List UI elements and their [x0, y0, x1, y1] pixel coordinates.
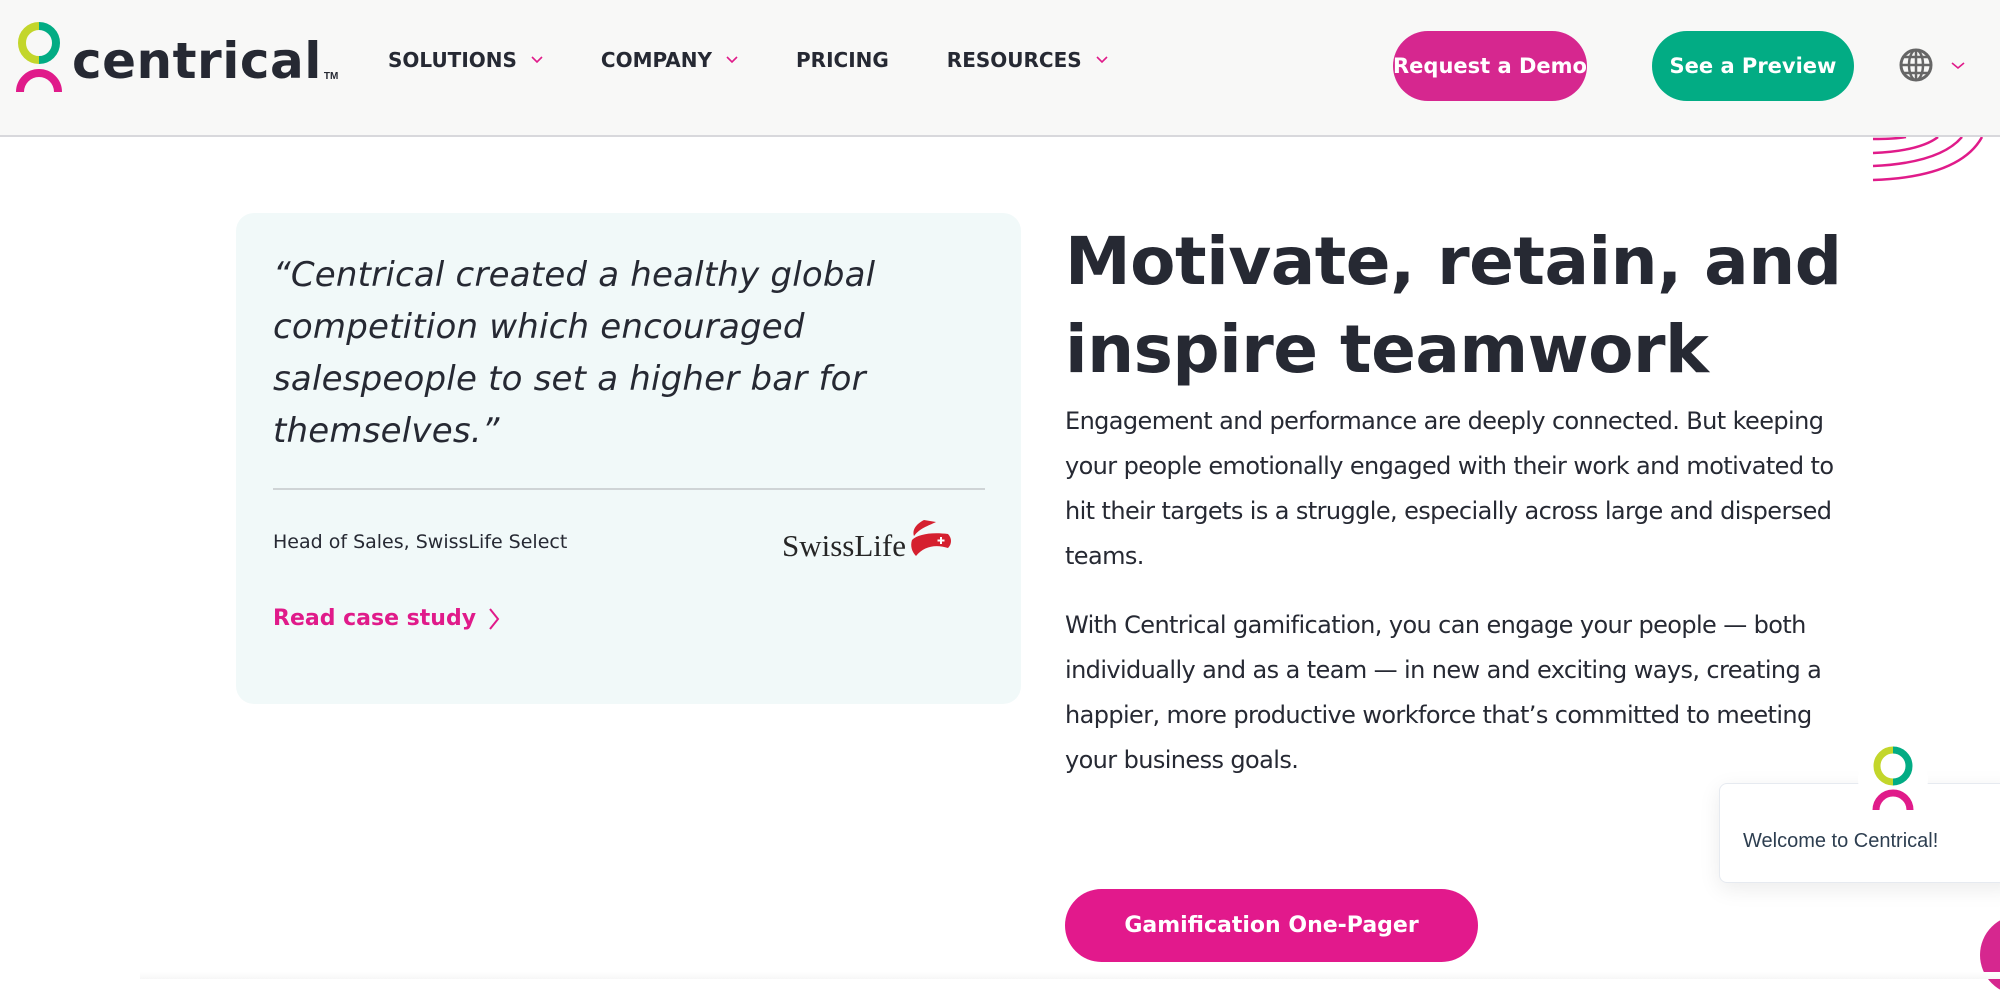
testimonial-card: “Centrical created a healthy global comp…	[236, 213, 1021, 704]
centrical-logo[interactable]: centrical TM	[16, 20, 338, 96]
chevron-down-icon[interactable]	[1951, 62, 1965, 70]
nav-resources[interactable]: RESOURCES	[947, 48, 1108, 72]
chevron-down-icon	[1096, 56, 1108, 64]
main-nav: SOLUTIONS COMPANY PRICING RESOURCES	[388, 48, 1166, 72]
nav-company[interactable]: COMPANY	[601, 48, 738, 72]
nav-resources-label: RESOURCES	[946, 48, 1082, 72]
chevron-down-icon	[726, 56, 738, 64]
chat-launcher-button[interactable]	[1980, 915, 2000, 995]
chat-avatar	[1858, 744, 1928, 814]
logo-wordmark: centrical	[72, 32, 322, 90]
chat-welcome-text: Welcome to Centrical!	[1743, 830, 1939, 852]
nav-pricing[interactable]: PRICING	[796, 48, 889, 72]
testimonial-divider	[273, 488, 985, 490]
swisslife-logo-text: SwissLife	[782, 528, 906, 563]
globe-icon[interactable]	[1898, 47, 1934, 83]
read-case-study-link[interactable]: Read case study	[273, 606, 500, 631]
page-headline: Motivate, retain, and inspire teamwork	[1065, 223, 1842, 388]
testimonial-attribution: Head of Sales, SwissLife Select	[273, 531, 568, 553]
gamification-one-pager-button[interactable]: Gamification One-Pager	[1065, 889, 1478, 962]
nav-company-label: COMPANY	[600, 48, 713, 72]
swisslife-flag-icon	[911, 520, 951, 556]
swisslife-logo: SwissLife	[782, 518, 954, 564]
decorative-arcs	[1872, 137, 1984, 182]
logo-trademark: TM	[323, 70, 339, 82]
testimonial-quote: “Centrical created a healthy global comp…	[273, 255, 876, 451]
chevron-down-icon	[531, 56, 543, 64]
nav-solutions-label: SOLUTIONS	[388, 48, 517, 72]
site-header: centrical TM SOLUTIONS COMPANY PRICING R…	[0, 0, 2000, 137]
nav-pricing-label: PRICING	[796, 48, 889, 72]
gamification-paragraph: With Centrical gamification, you can eng…	[1065, 611, 1822, 774]
centrical-bot-icon	[1872, 746, 1914, 811]
nav-solutions[interactable]: SOLUTIONS	[388, 48, 543, 72]
intro-paragraph: Engagement and performance are deeply co…	[1065, 407, 1834, 570]
section-bottom-edge	[140, 972, 2000, 979]
request-demo-button[interactable]: Request a Demo	[1393, 31, 1587, 101]
read-case-study-label: Read case study	[273, 606, 477, 631]
chevron-right-icon	[489, 607, 500, 630]
chat-welcome-popup[interactable]: Welcome to Centrical!	[1719, 783, 2000, 883]
see-preview-button[interactable]: See a Preview	[1652, 31, 1854, 101]
centrical-logo-icon	[16, 22, 62, 93]
